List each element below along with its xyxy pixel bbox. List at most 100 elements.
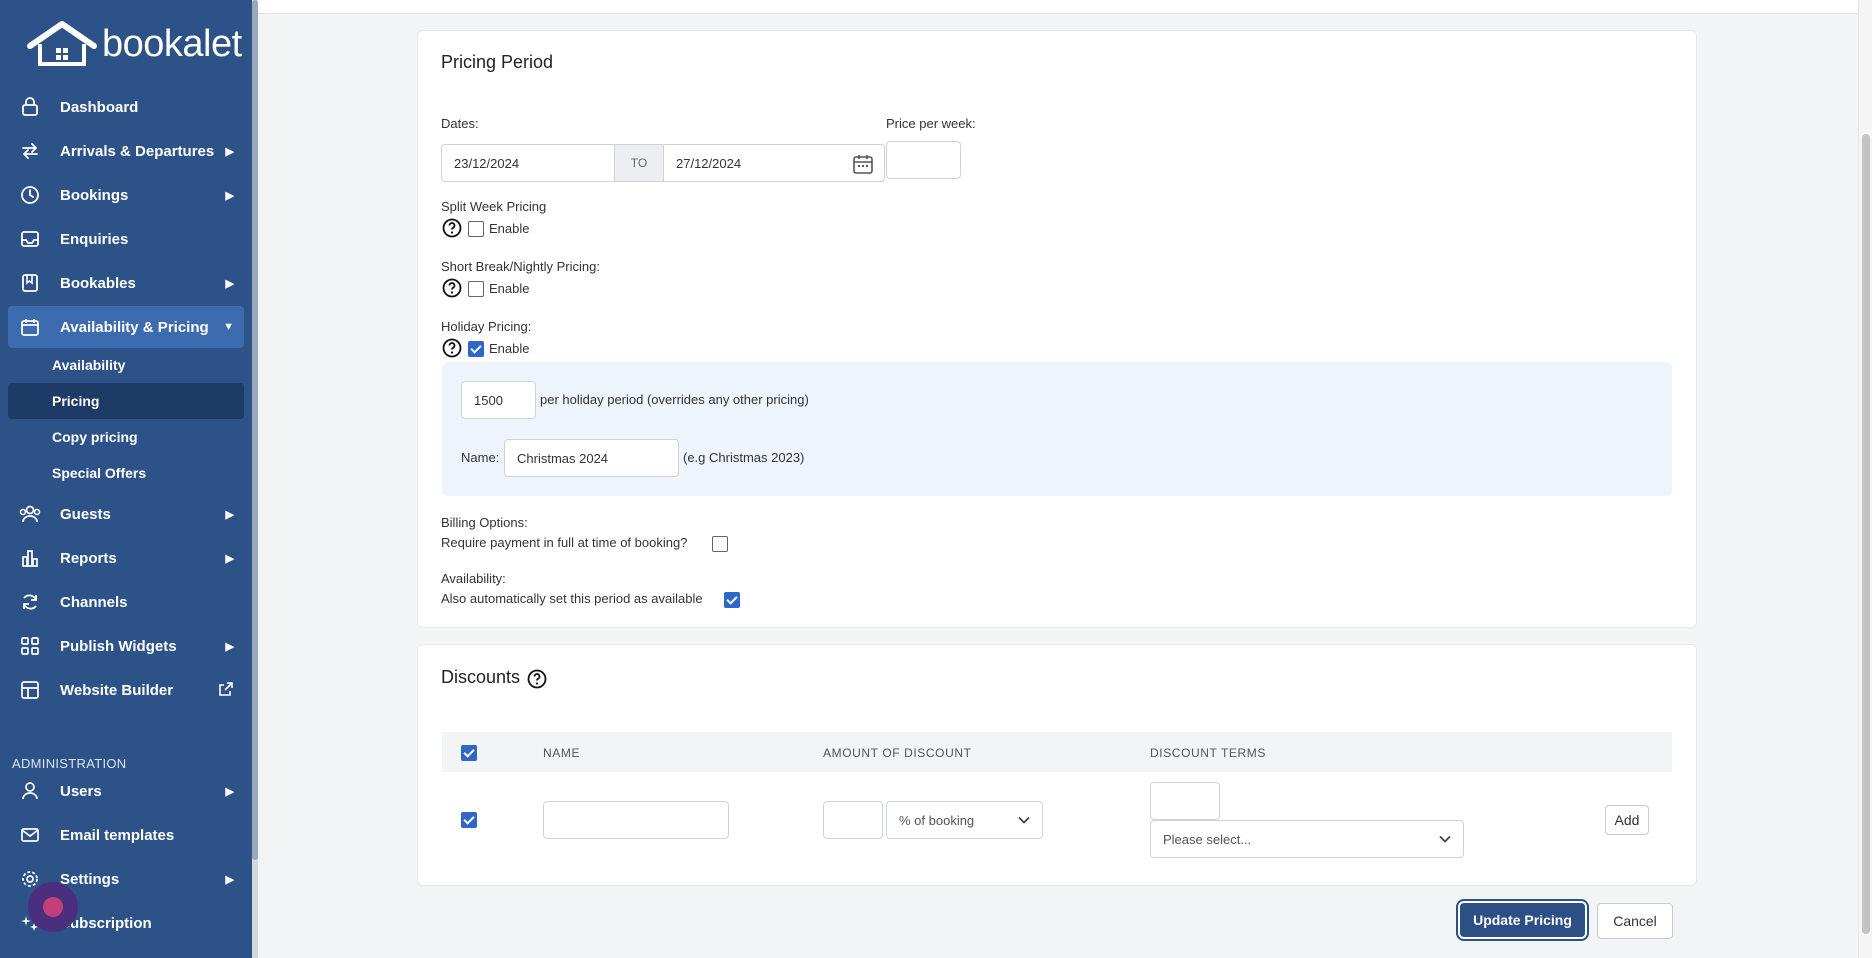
sidebar-item-publish-widgets[interactable]: Publish Widgets ▶ (8, 626, 244, 666)
top-bar (258, 0, 1858, 14)
caret-down-icon: ▼ (223, 321, 234, 333)
sidebar-subitem-availability[interactable]: Availability (8, 347, 244, 383)
sidebar-item-reports[interactable]: Reports ▶ (8, 538, 244, 578)
sidebar: bookalet Dashboard Arrivals & Departures… (0, 0, 252, 958)
date-to-value: 27/12/2024 (676, 155, 742, 171)
holiday-price-input[interactable]: 1500 (461, 381, 536, 419)
sidebar-item-arrivals[interactable]: Arrivals & Departures ▶ (8, 131, 244, 171)
sidebar-scrollbar-thumb[interactable] (252, 0, 258, 860)
sidebar-item-enquiries[interactable]: Enquiries (8, 219, 244, 259)
add-discount-button[interactable]: Add (1605, 805, 1649, 835)
caret-right-icon: ▶ (225, 145, 234, 158)
clock-icon (18, 183, 42, 207)
sidebar-item-website-builder[interactable]: Website Builder (8, 670, 244, 710)
dates-label: Dates: (441, 116, 479, 131)
sidebar-item-email-templates[interactable]: Email templates (8, 815, 244, 855)
billing-full-payment-checkbox[interactable] (712, 536, 728, 552)
short-break-label: Short Break/Nightly Pricing: (441, 259, 600, 274)
sidebar-item-bookings[interactable]: Bookings ▶ (8, 175, 244, 215)
discount-name-input[interactable] (543, 801, 729, 839)
pricing-period-title: Pricing Period (441, 52, 554, 72)
lock-icon (18, 95, 42, 119)
sidebar-item-label: Website Builder (60, 681, 174, 699)
sidebar-item-users[interactable]: Users ▶ (8, 771, 244, 811)
sidebar-item-label: Reports (60, 549, 117, 567)
caret-right-icon: ▶ (225, 785, 234, 798)
short-break-checkbox[interactable] (468, 281, 484, 297)
sidebar-item-label: Availability & Pricing (60, 318, 209, 336)
split-week-label: Split Week Pricing (441, 199, 547, 214)
chevron-down-icon (1439, 832, 1451, 847)
discount-terms-input[interactable] (1150, 782, 1220, 820)
holiday-name-label: Name: (461, 450, 500, 465)
price-per-week-input[interactable] (886, 141, 961, 179)
price-per-week-label: Price per week: (886, 116, 976, 131)
bookalet-logo[interactable]: bookalet (26, 20, 242, 68)
update-pricing-button[interactable]: Update Pricing (1460, 903, 1585, 937)
sidebar-item-label: Email templates (60, 826, 175, 844)
split-week-checkbox[interactable] (468, 221, 484, 237)
subitem-label: Special Offers (52, 465, 147, 481)
help-icon[interactable] (442, 218, 462, 238)
help-icon[interactable] (442, 338, 462, 358)
discounts-title: Discounts (441, 667, 521, 687)
holiday-pricing-label: Holiday Pricing: (441, 319, 532, 334)
discount-terms-placeholder: Please select... (1163, 831, 1252, 847)
billing-options-label: Billing Options: (441, 515, 528, 530)
sidebar-item-availability-pricing[interactable]: Availability & Pricing ▼ (8, 306, 244, 348)
discounts-table-header (442, 732, 1672, 772)
sidebar-item-label: Arrivals & Departures (60, 142, 215, 160)
discount-unit-select[interactable]: % of booking (886, 801, 1043, 839)
caret-right-icon: ▶ (225, 552, 234, 565)
discount-amount-input[interactable] (823, 801, 883, 839)
discount-unit-value: % of booking (899, 812, 975, 828)
sidebar-item-bookables[interactable]: Bookables ▶ (8, 263, 244, 303)
column-header-terms: DISCOUNT TERMS (1150, 746, 1266, 760)
caret-right-icon: ▶ (225, 189, 234, 202)
billing-full-payment-label: Require payment in full at time of booki… (441, 535, 688, 550)
sidebar-scrollbar[interactable] (252, 0, 258, 958)
book-icon (18, 271, 42, 295)
date-from-input[interactable]: 23/12/2024 (441, 144, 615, 182)
holiday-name-input[interactable]: Christmas 2024 (504, 439, 679, 477)
calendar-picker-icon[interactable] (852, 153, 874, 178)
sidebar-subitem-copy-pricing[interactable]: Copy pricing (8, 419, 244, 455)
cancel-button[interactable]: Cancel (1597, 903, 1673, 939)
help-icon[interactable] (527, 669, 547, 689)
holiday-enable-label: Enable (489, 341, 530, 356)
sidebar-subitem-pricing[interactable]: Pricing (8, 383, 244, 419)
discount-terms-select[interactable]: Please select... (1150, 820, 1464, 858)
sidebar-item-label: Dashboard (60, 98, 139, 116)
grid-icon (18, 634, 42, 658)
sidebar-item-label: Bookables (60, 274, 136, 292)
sidebar-item-channels[interactable]: Channels (8, 582, 244, 622)
house-logo-icon (27, 21, 97, 66)
caret-right-icon: ▶ (225, 277, 234, 290)
inbox-icon (18, 227, 42, 251)
auto-available-checkbox[interactable] (724, 592, 740, 608)
split-week-enable-label: Enable (489, 221, 530, 236)
sidebar-item-label: Enquiries (60, 230, 129, 248)
external-link-icon (218, 681, 234, 700)
date-to-input[interactable]: 27/12/2024 (663, 144, 885, 182)
page-scrollbar-thumb[interactable] (1862, 134, 1870, 934)
sidebar-item-dashboard[interactable]: Dashboard (8, 87, 244, 127)
sidebar-subitem-special-offers[interactable]: Special Offers (8, 455, 244, 491)
swap-arrows-icon (18, 139, 42, 163)
caret-right-icon: ▶ (225, 640, 234, 653)
holiday-pricing-checkbox[interactable] (468, 341, 484, 357)
chat-launcher-button[interactable] (28, 882, 78, 932)
sidebar-item-guests[interactable]: Guests ▶ (8, 494, 244, 534)
sidebar-item-label: Bookings (60, 186, 129, 204)
bar-chart-icon (18, 546, 42, 570)
select-all-checkbox[interactable] (461, 745, 477, 761)
calendar-icon (18, 315, 42, 339)
refresh-icon (18, 590, 42, 614)
row-checkbox[interactable] (461, 812, 477, 828)
subitem-label: Pricing (52, 393, 100, 409)
layout-icon (18, 678, 42, 702)
page-scrollbar[interactable] (1858, 0, 1872, 958)
column-header-name: NAME (543, 746, 581, 760)
mail-icon (18, 823, 42, 847)
help-icon[interactable] (442, 278, 462, 298)
